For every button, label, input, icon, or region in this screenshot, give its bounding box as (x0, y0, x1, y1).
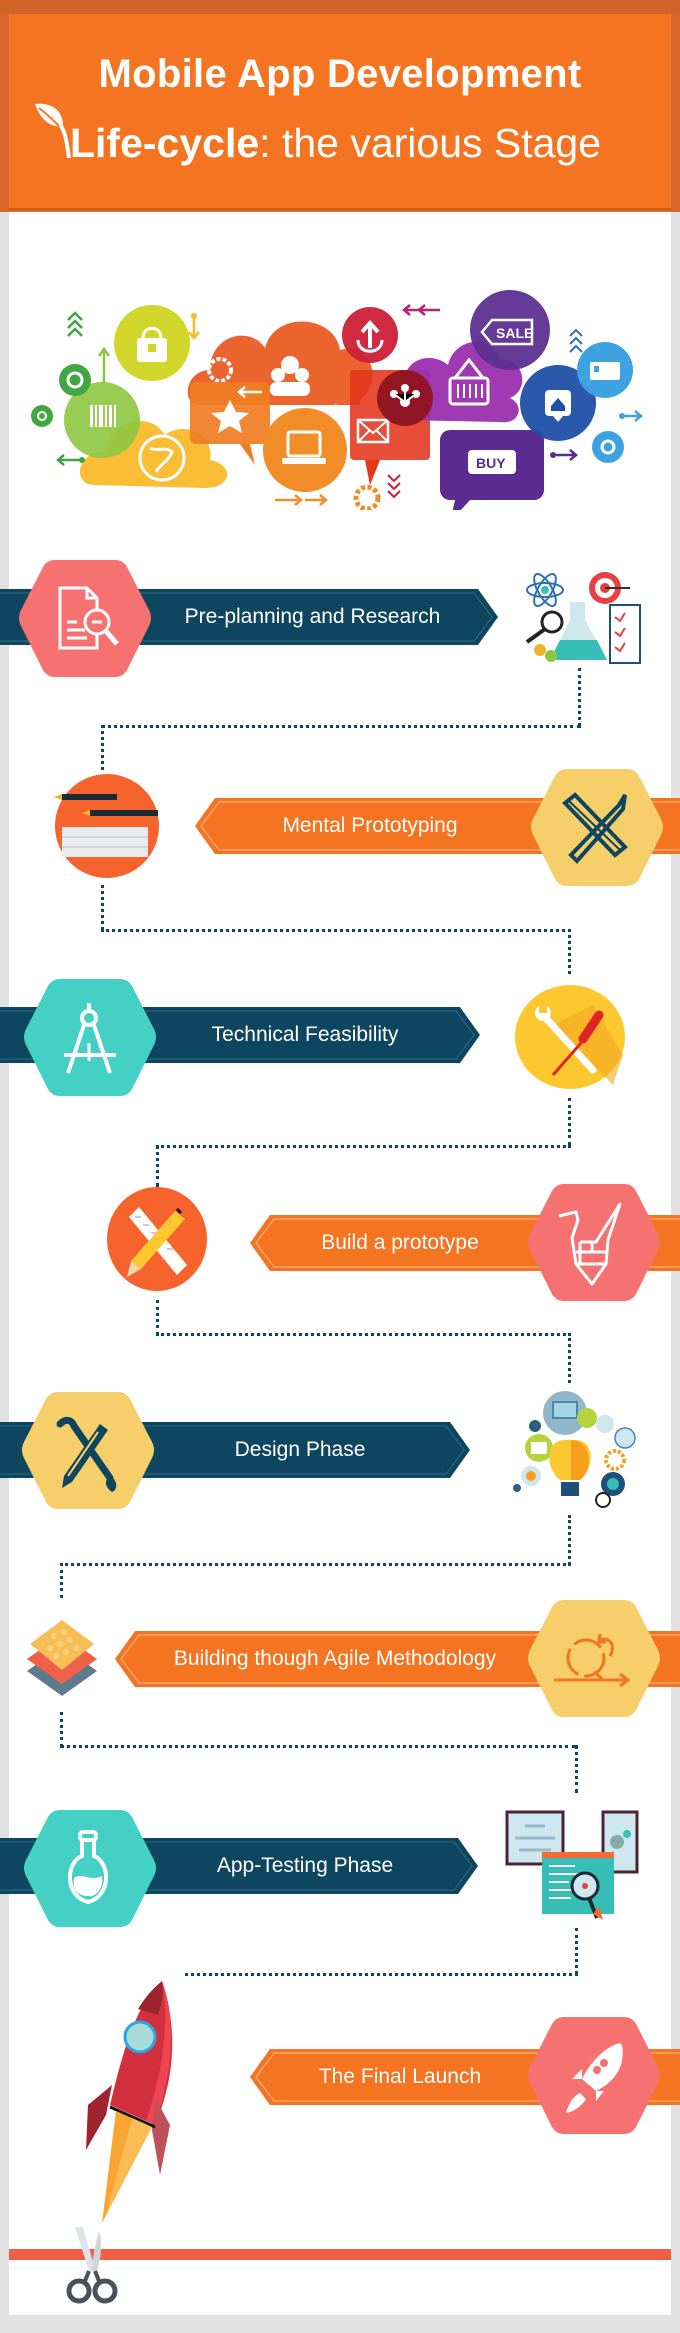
path-connector (575, 1928, 578, 1974)
stage-hex-5 (18, 1388, 158, 1513)
pencil-brush-icon (56, 1416, 117, 1492)
stage-label: Building though Agile Methodology (173, 1647, 497, 1670)
upload-circle (342, 307, 398, 363)
research-lab-icon (525, 572, 641, 664)
path-connector (101, 885, 104, 930)
document-search-icon (58, 586, 119, 650)
wrench-screwdriver-icon (515, 985, 625, 1089)
stage-hex-1 (15, 556, 155, 681)
share-circle (377, 370, 433, 426)
gear-icon (592, 431, 624, 463)
stage-label: Pre-planning and Research (184, 605, 441, 628)
shopping-bag-circle (114, 305, 190, 381)
stage-hex-7 (20, 1806, 160, 1931)
path-connector (60, 1563, 571, 1566)
path-connector (568, 1515, 571, 1565)
stage-label: Build a prototype (321, 1231, 479, 1254)
origami-crane-icon (558, 1202, 622, 1286)
header-border-right (671, 14, 680, 212)
path-connector (568, 929, 571, 974)
gear-icon (353, 484, 381, 510)
buy-label: BUY (476, 455, 506, 471)
path-connector (60, 1745, 576, 1748)
page-title: Mobile App Development (98, 52, 582, 96)
page-subtitle: Life-cycle: the various Stage (70, 120, 601, 167)
path-connector (568, 1098, 571, 1145)
stage-label: App-Testing Phase (216, 1854, 394, 1877)
compass-icon (64, 1003, 116, 1074)
testing-screens-icon (505, 1810, 639, 1920)
gear-icon (59, 364, 91, 396)
path-connector (101, 725, 104, 770)
card-circle (577, 342, 633, 398)
pencil-ruler-icon (107, 1187, 207, 1291)
path-connector (101, 929, 571, 932)
gear-icon (31, 405, 53, 427)
subtitle-rest: : the various Stage (259, 120, 602, 166)
stage-label: Design Phase (234, 1438, 366, 1461)
header-border-left (0, 14, 9, 212)
layers-icon (27, 1620, 97, 1696)
path-connector (156, 1333, 571, 1336)
stage-hex-3 (20, 975, 160, 1100)
hero-illustration: SALE BUY (31, 290, 643, 510)
path-connector (568, 1333, 571, 1383)
lightbulb-gears-icon (513, 1391, 636, 1508)
header-banner: Mobile App Development Life-cycle: the v… (0, 0, 680, 212)
buy-bubble: BUY (440, 430, 544, 510)
path-connector (60, 1712, 63, 1747)
stage-label: Technical Feasibility (211, 1023, 399, 1046)
path-connector (156, 1145, 571, 1148)
agile-cycle-icon (554, 1633, 631, 1688)
laptop-circle (263, 408, 347, 492)
rocket-icon (566, 2043, 623, 2113)
rocket-launch-icon (86, 1981, 173, 2223)
keyboard-pencils-icon (54, 774, 159, 878)
sale-circle: SALE (470, 290, 550, 370)
stage-hex-4 (524, 1180, 664, 1305)
ruler-pencil-icon (562, 792, 628, 864)
path-connector (156, 1145, 159, 1187)
header-top-strip (0, 0, 680, 14)
stage-hex-6 (524, 1596, 664, 1721)
path-connector (60, 1563, 63, 1598)
sale-label: SALE (496, 325, 533, 341)
scissors-icon (66, 2227, 118, 2304)
header-divider (9, 208, 671, 211)
subtitle-bold: Life-cycle (70, 120, 260, 166)
path-connector (575, 1745, 578, 1793)
stage-label: The Final Launch (318, 2065, 482, 2088)
stage-hex-8 (524, 2013, 664, 2138)
flask-icon (68, 1830, 108, 1905)
stage-label: Mental Prototyping (282, 814, 458, 837)
path-connector (156, 1300, 159, 1335)
stage-hex-2 (527, 765, 667, 890)
path-connector (185, 1973, 578, 1976)
path-connector (101, 725, 581, 728)
